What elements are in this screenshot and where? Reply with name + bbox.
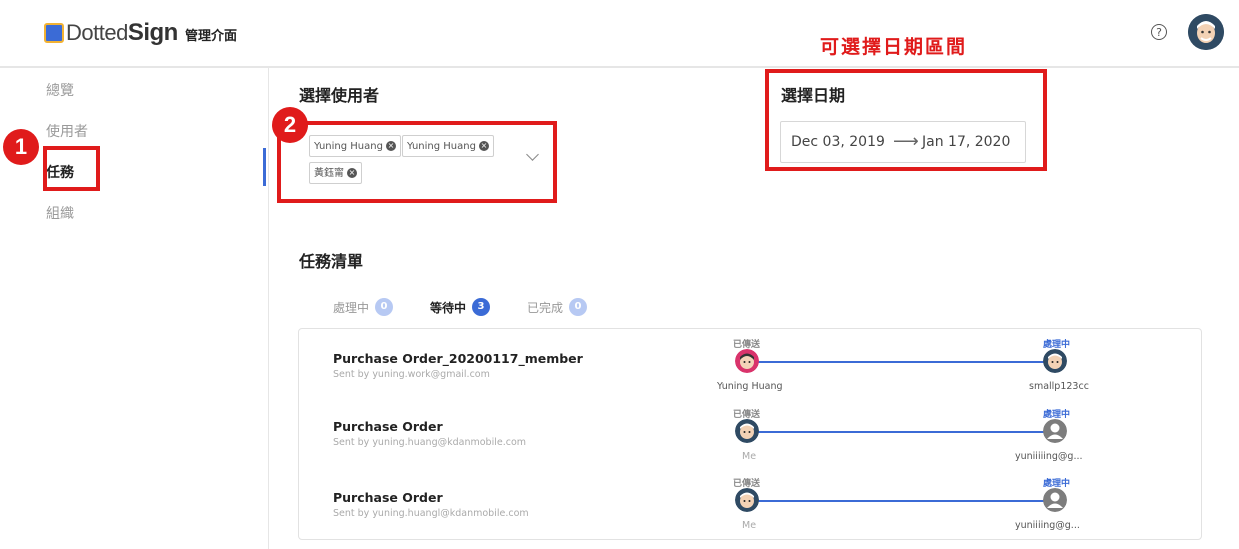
status-processing: 處理中 (1043, 410, 1071, 420)
flow-line (755, 431, 1049, 433)
task-sender: Sent by yuning.work@gmail.com (333, 369, 490, 380)
annotation-badge-1: 1 (3, 129, 39, 165)
task-table: Purchase Order_20200117_member Sent by y… (298, 328, 1202, 540)
annotation-badge-2: 2 (272, 107, 308, 143)
tab-waiting[interactable]: 等待中 3 (430, 298, 491, 316)
count-badge: 3 (472, 298, 491, 316)
sidebar-item-users[interactable]: 使用者 (46, 121, 88, 141)
top-header: DottedSign 管理介面 可選擇日期區間 ? (0, 0, 1239, 68)
sender-avatar (735, 349, 759, 373)
task-list-title: 任務清單 (299, 252, 364, 271)
recipient-name: yuniiiiing@g... (1015, 451, 1083, 462)
table-row[interactable]: Purchase Order Sent by yuning.huangl@kda… (299, 472, 1201, 542)
recipient-avatar (1043, 488, 1067, 512)
task-name[interactable]: Purchase Order_20200117_member (333, 351, 583, 366)
table-row[interactable]: Purchase Order_20200117_member Sent by y… (299, 333, 1201, 403)
count-badge: 0 (569, 298, 588, 316)
date-range-callout: 可選擇日期區間 (820, 36, 968, 58)
brand-name: DottedSign (66, 19, 178, 46)
status-processing: 處理中 (1043, 340, 1071, 350)
recipient-name: smallp123cc (1029, 381, 1089, 392)
count-badge: 0 (375, 298, 394, 316)
table-row[interactable]: Purchase Order Sent by yuning.huang@kdan… (299, 403, 1201, 473)
sidebar (0, 68, 269, 549)
tab-completed[interactable]: 已完成 0 (527, 298, 588, 316)
recipient-name: yuniiiing@g... (1015, 520, 1080, 531)
task-sender: Sent by yuning.huang@kdanmobile.com (333, 437, 527, 448)
task-sender: Sent by yuning.huangl@kdanmobile.com (333, 508, 529, 519)
tab-processing[interactable]: 處理中 0 (333, 298, 394, 316)
annotation-box-date (765, 69, 1047, 171)
help-icon[interactable]: ? (1151, 24, 1167, 40)
sidebar-item-overview[interactable]: 總覽 (46, 80, 74, 100)
flow-line (755, 361, 1049, 363)
user-avatar[interactable] (1188, 14, 1224, 50)
dottedsign-logo[interactable]: DottedSign (44, 19, 178, 46)
flow-line (755, 500, 1049, 502)
annotation-box-tasks (43, 146, 100, 191)
sender-name: Yuning Huang (717, 381, 783, 392)
status-processing: 處理中 (1043, 479, 1071, 489)
task-name[interactable]: Purchase Order (333, 419, 443, 434)
pen-logo-icon (44, 23, 64, 43)
recipient-avatar (1043, 419, 1067, 443)
sender-avatar (735, 488, 759, 512)
recipient-avatar (1043, 349, 1067, 373)
admin-title: 管理介面 (185, 29, 238, 44)
task-name[interactable]: Purchase Order (333, 490, 443, 505)
sidebar-item-organization[interactable]: 組織 (46, 203, 74, 223)
annotation-box-users (277, 121, 557, 203)
select-users-title: 選擇使用者 (299, 86, 380, 105)
sender-name: Me (742, 451, 757, 462)
sender-name: Me (742, 520, 757, 531)
active-indicator (263, 148, 266, 186)
sender-avatar (735, 419, 759, 443)
